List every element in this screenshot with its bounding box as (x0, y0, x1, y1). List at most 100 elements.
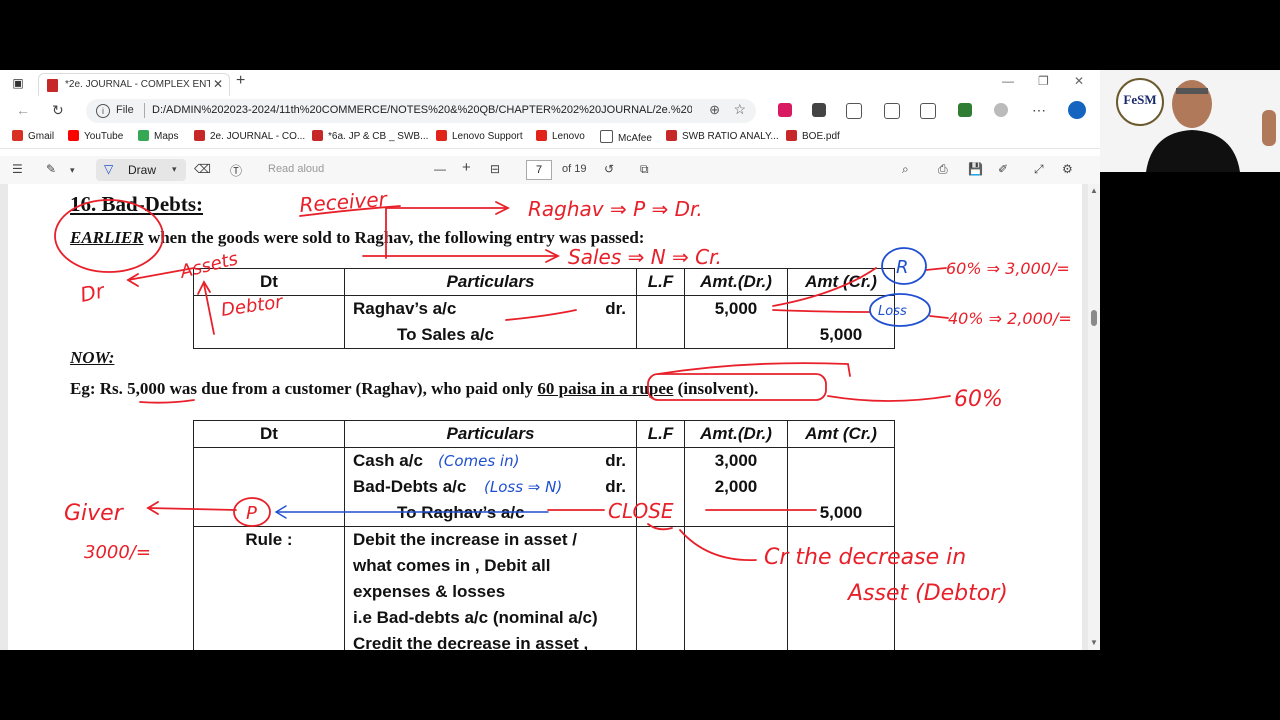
text-icon[interactable]: Ⓣ (230, 162, 242, 179)
cell-dt (193, 295, 345, 349)
cell-particulars: Cash a/c dr. Bad-Debts a/c dr. To Raghav… (344, 447, 637, 527)
extension-icon[interactable] (778, 103, 792, 117)
tab-actions-icon[interactable]: ▣ (8, 74, 28, 92)
col-dt: Dt (193, 420, 345, 448)
tab-strip: ▣ *2e. JOURNAL - COMPLEX ENTRIES ✕ + — ❐… (0, 70, 1100, 97)
highlight-icon[interactable]: ✎ (46, 162, 56, 176)
zoom-icon[interactable]: ⊕ (709, 102, 720, 118)
print-icon[interactable]: ⎙ (938, 162, 948, 177)
new-tab-icon[interactable]: + (236, 72, 245, 90)
eraser-icon[interactable]: ⌫ (194, 162, 211, 176)
cell-particulars: Raghav’s a/c dr. To Sales a/c (344, 295, 637, 349)
rotate-icon[interactable]: ↺ (604, 162, 614, 176)
bookmark-lenovo-support[interactable]: Lenovo Support (436, 130, 523, 142)
settings-gear-icon[interactable]: ⚙ (1062, 162, 1073, 176)
back-icon[interactable]: ← (16, 102, 30, 118)
draw-pen-icon: ▽ (104, 162, 114, 176)
now-label: NOW: (70, 348, 115, 367)
chevron-down-icon[interactable]: ▾ (70, 165, 75, 176)
draw-label: Draw (128, 163, 157, 177)
more-menu-icon[interactable]: ⋯ (1032, 102, 1046, 119)
minimize-icon[interactable]: — (1002, 74, 1014, 88)
lenovo-icon (436, 130, 447, 141)
collections-icon[interactable] (920, 103, 936, 119)
webcam-overlay: FeSM (1100, 70, 1280, 172)
ink-arrow-to-dr-head (126, 273, 139, 287)
bookmark-youtube[interactable]: YouTube (68, 130, 123, 142)
bookmark-journal[interactable]: 2e. JOURNAL - CO... (194, 130, 305, 142)
col-amt-dr: Amt.(Dr.) (684, 420, 788, 448)
fullscreen-icon[interactable]: ⤢ (1034, 162, 1044, 177)
ink-dr: Dr (78, 278, 108, 307)
close-icon[interactable]: ✕ (213, 77, 223, 91)
address-bar[interactable]: i File D:/ADMIN%202023-2024/11th%20COMME… (86, 99, 756, 123)
url-text[interactable]: D:/ADMIN%202023-2024/11th%20COMMERCE/NOT… (152, 104, 692, 116)
ink-arrow-to-sales-head (545, 249, 561, 263)
ink-sixty-pct: 60% (954, 387, 1003, 412)
page-total: of 19 (562, 163, 587, 175)
window-close-icon[interactable]: ✕ (1074, 74, 1084, 88)
scroll-down-icon[interactable]: ▼ (1090, 638, 1098, 647)
vertical-scrollbar[interactable]: ▲ ▼ (1088, 184, 1100, 650)
earlier-word: EARLIER (70, 228, 144, 247)
rule-text-cell: Debit the increase in asset / what comes… (344, 526, 637, 650)
ink-arrow-to-giver-head (146, 501, 159, 515)
fit-page-icon[interactable]: ⊟ (490, 162, 500, 176)
cell-lf (636, 447, 685, 527)
search-icon[interactable]: ⌕ (902, 162, 909, 177)
page-number-input[interactable]: 7 (526, 160, 552, 180)
favorites-icon[interactable] (884, 103, 900, 119)
ink-sales-n-cr: Sales ⇒ N ⇒ Cr. (568, 245, 722, 269)
address-separator (144, 103, 145, 118)
bookmark-boe[interactable]: BOE.pdf (786, 130, 840, 142)
zoom-in-icon[interactable]: + (462, 159, 471, 176)
cell-lf (636, 295, 685, 349)
contents-icon[interactable]: ☰ (12, 162, 23, 176)
gmail-icon (12, 130, 23, 141)
extension-icon[interactable] (812, 103, 826, 117)
page-view-icon[interactable]: ⧉ (640, 162, 649, 177)
ink-r: R (896, 257, 909, 278)
profile-avatar[interactable] (994, 103, 1008, 117)
cell-amt-dr: 3,000 2,000 (684, 447, 788, 527)
bookmark-gmail[interactable]: Gmail (12, 130, 54, 142)
pdf-viewport[interactable]: 16. Bad-Debts: EARLIER when the goods we… (0, 184, 1100, 650)
zoom-out-icon[interactable]: — (434, 162, 446, 176)
col-amt-cr: Amt (Cr.) (787, 268, 895, 296)
pdf-page: 16. Bad-Debts: EARLIER when the goods we… (8, 184, 1082, 650)
read-aloud-button[interactable]: Read aloud (268, 163, 324, 175)
scroll-up-icon[interactable]: ▲ (1090, 186, 1098, 195)
save-as-icon[interactable]: ✐ (998, 162, 1008, 176)
puzzle-extensions-icon[interactable] (846, 103, 862, 119)
save-icon[interactable]: 💾 (968, 162, 983, 176)
cell-amt-dr: 5,000 (684, 295, 788, 349)
ink-arrow-to-raghav-head (495, 201, 511, 215)
copilot-icon[interactable] (1068, 101, 1086, 119)
tab-journal[interactable]: *2e. JOURNAL - COMPLEX ENTRIES ✕ (38, 73, 230, 97)
pdf-toolbar: ☰ ✎ ▾ ▽ Draw ▾ ⌫ Ⓣ Read aloud — + ⊟ 7 of… (0, 156, 1100, 185)
cell-amt-cr: 5,000 (787, 447, 895, 527)
ink-r-value: 60% ⇒ 3,000/= (946, 259, 1070, 278)
ink-giver: Giver (64, 501, 125, 526)
refresh-icon[interactable]: ↻ (52, 102, 64, 119)
draw-button[interactable]: ▽ Draw ▾ (96, 159, 186, 181)
col-dt: Dt (193, 268, 345, 296)
ink-arrow-from-paisa (657, 362, 851, 377)
tab-title: *2e. JOURNAL - COMPLEX ENTRIES (65, 79, 210, 90)
ink-giver-amt: 3000/= (84, 542, 151, 563)
info-icon[interactable]: i (96, 104, 110, 118)
bookmark-mcafee[interactable]: McAfee (600, 130, 652, 144)
ink-arrow-to-sixty (827, 395, 951, 402)
earlier-sentence: EARLIER when the goods were sold to Ragh… (70, 228, 644, 248)
scroll-thumb[interactable] (1091, 310, 1097, 326)
bookmark-swb-ratio[interactable]: SWB RATIO ANALY... (666, 130, 779, 142)
bookmarks-bar: Gmail YouTube Maps 2e. JOURNAL - CO... *… (0, 126, 1100, 149)
bookmark-maps[interactable]: Maps (138, 130, 178, 142)
bookmark-jp-cb[interactable]: *6a. JP & CB _ SWB... (312, 130, 428, 142)
bookmark-lenovo[interactable]: Lenovo (536, 130, 585, 142)
col-lf: L.F (636, 268, 685, 296)
favorite-star-icon[interactable]: ☆ (733, 101, 746, 118)
extension-icon[interactable] (958, 103, 972, 117)
document-icon (600, 130, 613, 143)
restore-icon[interactable]: ❐ (1038, 74, 1049, 88)
